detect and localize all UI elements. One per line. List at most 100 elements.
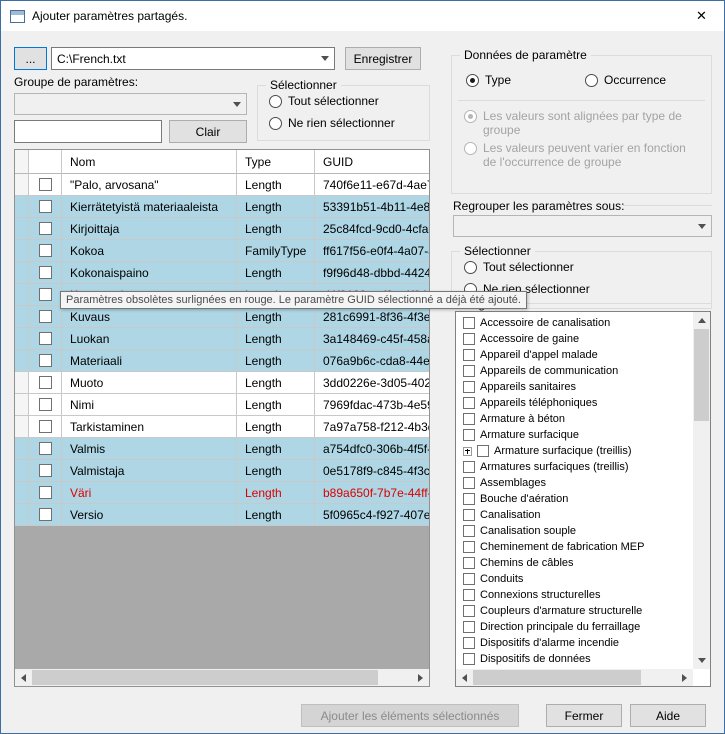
category-item[interactable]: Canalisation <box>456 507 693 523</box>
category-item[interactable]: Appareils téléphoniques <box>456 395 693 411</box>
category-checkbox[interactable] <box>463 477 475 489</box>
category-item[interactable]: Dispositifs de données <box>456 651 693 667</box>
type-radio[interactable]: Type <box>466 73 511 87</box>
table-row[interactable]: Valmistaja Length 0e5178f9-c845-4f3c- <box>15 460 429 482</box>
table-horizontal-scrollbar[interactable] <box>15 669 429 686</box>
category-checkbox[interactable] <box>463 653 475 665</box>
scroll-up-icon[interactable] <box>693 312 710 329</box>
category-item[interactable]: Canalisation souple <box>456 523 693 539</box>
category-checkbox[interactable] <box>463 461 475 473</box>
table-row[interactable]: Luokan Length 3a148469-c45f-458a- <box>15 328 429 350</box>
table-row[interactable]: Kuvaus Length 281c6991-8f36-4f3e- <box>15 306 429 328</box>
tree-vertical-scrollbar[interactable] <box>693 312 710 669</box>
row-checkbox[interactable] <box>39 332 52 345</box>
tree-horizontal-scrollbar[interactable] <box>456 669 693 686</box>
select-all-radio-left[interactable]: Tout sélectionner <box>269 94 379 108</box>
select-all-radio-right[interactable]: Tout sélectionner <box>464 260 574 274</box>
category-item[interactable]: Armature surfacique <box>456 427 693 443</box>
scroll-left-icon[interactable] <box>15 669 32 686</box>
scroll-thumb[interactable] <box>32 670 378 685</box>
browse-button[interactable]: ... <box>14 47 47 70</box>
category-item[interactable]: Bouche d'aération <box>456 491 693 507</box>
row-checkbox[interactable] <box>39 508 52 521</box>
category-checkbox[interactable] <box>463 525 475 537</box>
category-checkbox[interactable] <box>463 621 475 633</box>
category-checkbox[interactable] <box>463 365 475 377</box>
category-checkbox[interactable] <box>463 317 475 329</box>
scroll-down-icon[interactable] <box>693 652 710 669</box>
table-row[interactable]: Nimi Length 7969fdac-473b-4e59- <box>15 394 429 416</box>
table-row[interactable]: Valmis Length a754dfc0-306b-4f5f-b <box>15 438 429 460</box>
category-checkbox[interactable] <box>463 589 475 601</box>
category-item[interactable]: Assemblages <box>456 475 693 491</box>
help-button[interactable]: Aide <box>630 704 706 727</box>
category-item[interactable]: Connexions structurelles <box>456 587 693 603</box>
parameter-group-combo[interactable] <box>14 93 247 115</box>
category-item[interactable]: Appareils sanitaires <box>456 379 693 395</box>
row-checkbox[interactable] <box>39 310 52 323</box>
chevron-down-icon[interactable] <box>693 216 711 236</box>
row-checkbox[interactable] <box>39 178 52 191</box>
category-item[interactable]: Conduits <box>456 571 693 587</box>
close-icon[interactable]: ✕ <box>679 1 724 31</box>
scroll-right-icon[interactable] <box>412 669 429 686</box>
category-checkbox[interactable] <box>463 605 475 617</box>
table-row[interactable]: Materiaali Length 076a9b6c-cda8-44e8- <box>15 350 429 372</box>
category-checkbox[interactable] <box>477 445 489 457</box>
category-checkbox[interactable] <box>463 557 475 569</box>
table-row[interactable]: Kirjoittaja Length 25c84fcd-9cd0-4cfa- <box>15 218 429 240</box>
row-checkbox[interactable] <box>39 398 52 411</box>
scroll-thumb[interactable] <box>694 329 709 421</box>
column-header-nom[interactable]: Nom <box>62 150 237 174</box>
table-row[interactable]: Versio Length 5f0965c4-f927-407e- <box>15 504 429 526</box>
table-row[interactable]: Kokoa FamilyType ff617f56-e0f4-4a07-a <box>15 240 429 262</box>
category-item[interactable]: Accessoire de gaine <box>456 331 693 347</box>
row-checkbox[interactable] <box>39 222 52 235</box>
scroll-left-icon[interactable] <box>456 669 473 686</box>
occurrence-radio[interactable]: Occurrence <box>585 73 666 87</box>
category-checkbox[interactable] <box>463 573 475 585</box>
category-checkbox[interactable] <box>463 541 475 553</box>
category-checkbox[interactable] <box>463 333 475 345</box>
category-checkbox[interactable] <box>463 637 475 649</box>
row-checkbox[interactable] <box>39 200 52 213</box>
table-row[interactable]: Tarkistaminen Length 7a97a758-f212-4b3d- <box>15 416 429 438</box>
category-item[interactable]: Direction principale du ferraillage <box>456 619 693 635</box>
table-row[interactable]: Kierrätetyistä materiaaleista Length 533… <box>15 196 429 218</box>
row-checkbox[interactable] <box>39 288 52 301</box>
row-checkbox[interactable] <box>39 486 52 499</box>
category-item[interactable]: Armature à béton <box>456 411 693 427</box>
category-checkbox[interactable] <box>463 493 475 505</box>
chevron-down-icon[interactable] <box>228 94 246 114</box>
table-row[interactable]: "Palo, arvosana" Length 740f6e11-e67d-4a… <box>15 174 429 196</box>
row-checkbox[interactable] <box>39 266 52 279</box>
chevron-down-icon[interactable] <box>316 48 334 69</box>
category-item[interactable]: Coupleurs d'armature structurelle <box>456 603 693 619</box>
save-button[interactable]: Enregistrer <box>345 47 421 70</box>
plus-expander-icon[interactable] <box>463 447 472 456</box>
scroll-right-icon[interactable] <box>676 669 693 686</box>
table-row[interactable]: Kokonaispaino Length f9f96d48-dbbd-4424- <box>15 262 429 284</box>
table-row[interactable]: Väri Length b89a650f-7b7e-44ff-8 <box>15 482 429 504</box>
close-dialog-button[interactable]: Fermer <box>546 704 622 727</box>
row-checkbox[interactable] <box>39 464 52 477</box>
select-none-radio-left[interactable]: Ne rien sélectionner <box>269 116 395 130</box>
column-header-guid[interactable]: GUID <box>315 150 429 174</box>
category-item[interactable]: Armature surfacique (treillis) <box>456 443 693 459</box>
category-item[interactable]: Armatures surfaciques (treillis) <box>456 459 693 475</box>
category-checkbox[interactable] <box>463 413 475 425</box>
category-checkbox[interactable] <box>463 349 475 361</box>
column-header-type[interactable]: Type <box>237 150 315 174</box>
category-checkbox[interactable] <box>463 397 475 409</box>
category-item[interactable]: Appareils de communication <box>456 363 693 379</box>
filter-input[interactable] <box>14 120 162 143</box>
file-path-combo[interactable]: C:\French.txt <box>51 47 335 70</box>
category-item[interactable]: Chemins de câbles <box>456 555 693 571</box>
category-checkbox[interactable] <box>463 429 475 441</box>
row-checkbox[interactable] <box>39 244 52 257</box>
row-checkbox[interactable] <box>39 442 52 455</box>
category-item[interactable]: Appareil d'appel malade <box>456 347 693 363</box>
row-checkbox[interactable] <box>39 420 52 433</box>
scroll-thumb[interactable] <box>473 670 641 685</box>
row-checkbox[interactable] <box>39 376 52 389</box>
